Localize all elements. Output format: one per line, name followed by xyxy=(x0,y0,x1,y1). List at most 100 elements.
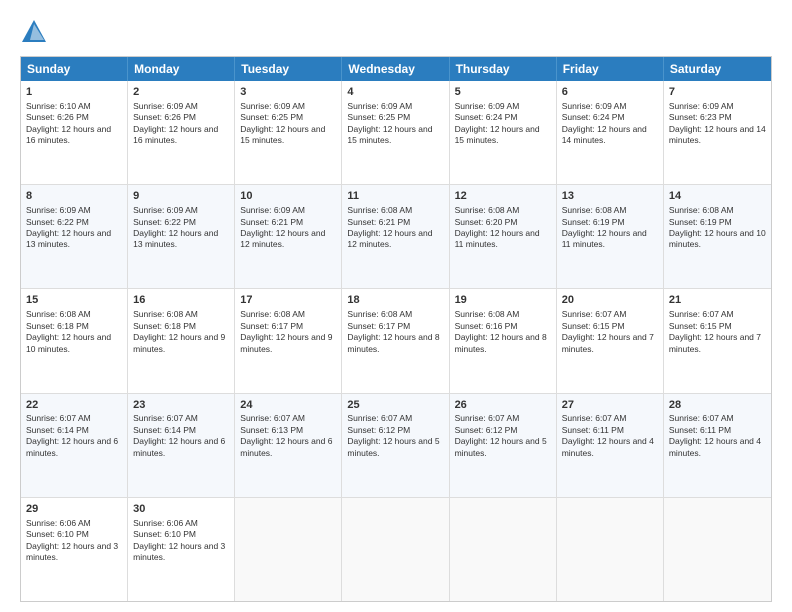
page: SundayMondayTuesdayWednesdayThursdayFrid… xyxy=(0,0,792,612)
sunrise-text: Sunrise: 6:07 AM xyxy=(562,309,627,319)
day-number: 4 xyxy=(347,85,443,100)
sunrise-text: Sunrise: 6:08 AM xyxy=(26,309,91,319)
sunrise-text: Sunrise: 6:10 AM xyxy=(26,101,91,111)
daylight-text: Daylight: 12 hours and 8 minutes. xyxy=(347,332,439,353)
day-number: 2 xyxy=(133,85,229,100)
daylight-text: Daylight: 12 hours and 11 minutes. xyxy=(562,228,647,249)
calendar-cell: 18Sunrise: 6:08 AMSunset: 6:17 PMDayligh… xyxy=(342,289,449,392)
sunset-text: Sunset: 6:20 PM xyxy=(455,217,518,227)
calendar-cell: 5Sunrise: 6:09 AMSunset: 6:24 PMDaylight… xyxy=(450,81,557,184)
day-number: 10 xyxy=(240,189,336,204)
sunset-text: Sunset: 6:15 PM xyxy=(562,321,625,331)
daylight-text: Daylight: 12 hours and 3 minutes. xyxy=(26,541,118,562)
calendar-cell: 15Sunrise: 6:08 AMSunset: 6:18 PMDayligh… xyxy=(21,289,128,392)
day-number: 23 xyxy=(133,398,229,413)
daylight-text: Daylight: 12 hours and 16 minutes. xyxy=(133,124,218,145)
calendar-cell: 2Sunrise: 6:09 AMSunset: 6:26 PMDaylight… xyxy=(128,81,235,184)
sunset-text: Sunset: 6:14 PM xyxy=(133,425,196,435)
calendar-cell: 16Sunrise: 6:08 AMSunset: 6:18 PMDayligh… xyxy=(128,289,235,392)
sunset-text: Sunset: 6:23 PM xyxy=(669,112,732,122)
day-number: 9 xyxy=(133,189,229,204)
sunrise-text: Sunrise: 6:08 AM xyxy=(455,309,520,319)
day-number: 20 xyxy=(562,293,658,308)
day-number: 1 xyxy=(26,85,122,100)
daylight-text: Daylight: 12 hours and 7 minutes. xyxy=(562,332,654,353)
calendar-cell: 4Sunrise: 6:09 AMSunset: 6:25 PMDaylight… xyxy=(342,81,449,184)
day-number: 29 xyxy=(26,502,122,517)
day-number: 11 xyxy=(347,189,443,204)
calendar-cell: 27Sunrise: 6:07 AMSunset: 6:11 PMDayligh… xyxy=(557,394,664,497)
cal-header-day: Monday xyxy=(128,57,235,81)
day-number: 22 xyxy=(26,398,122,413)
sunset-text: Sunset: 6:19 PM xyxy=(669,217,732,227)
day-number: 21 xyxy=(669,293,766,308)
daylight-text: Daylight: 12 hours and 5 minutes. xyxy=(455,436,547,457)
calendar-cell: 3Sunrise: 6:09 AMSunset: 6:25 PM Daylight… xyxy=(235,81,342,184)
daylight-text: Daylight: 12 hours and 4 minutes. xyxy=(562,436,654,457)
calendar-cell: 9Sunrise: 6:09 AMSunset: 6:22 PMDaylight… xyxy=(128,185,235,288)
calendar-cell: 28Sunrise: 6:07 AMSunset: 6:11 PMDayligh… xyxy=(664,394,771,497)
sunrise-text: Sunrise: 6:09 AM xyxy=(240,101,305,111)
sunrise-text: Sunrise: 6:07 AM xyxy=(669,309,734,319)
day-number: 28 xyxy=(669,398,766,413)
day-number: 26 xyxy=(455,398,551,413)
calendar-header: SundayMondayTuesdayWednesdayThursdayFrid… xyxy=(21,57,771,81)
sunset-text: Sunset: 6:24 PM xyxy=(455,112,518,122)
sunset-text: Sunset: 6:24 PM xyxy=(562,112,625,122)
sunrise-text: Sunrise: 6:07 AM xyxy=(133,413,198,423)
calendar-cell: 21Sunrise: 6:07 AM Sunset: 6:15 PMDayligh… xyxy=(664,289,771,392)
calendar-cell: 23Sunrise: 6:07 AM Sunset: 6:14 PMDayligh… xyxy=(128,394,235,497)
cal-header-day: Wednesday xyxy=(342,57,449,81)
daylight-text: Daylight: 12 hours and 14 minutes. xyxy=(669,124,766,145)
calendar-cell: 14Sunrise: 6:08 AM Sunset: 6:19 PMDayligh… xyxy=(664,185,771,288)
sunset-text: Sunset: 6:11 PM xyxy=(669,425,731,435)
calendar-cell: 24Sunrise: 6:07 AMSunset: 6:13 PMDayligh… xyxy=(235,394,342,497)
day-number: 18 xyxy=(347,293,443,308)
daylight-text: Daylight: 12 hours and 15 minutes. xyxy=(347,124,432,145)
sunrise-text: Sunrise: 6:08 AM xyxy=(562,205,627,215)
calendar-cell: 30Sunrise: 6:06 AMSunset: 6:10 PM Dayligh… xyxy=(128,498,235,601)
sunrise-text: Sunrise: 6:08 AM xyxy=(669,205,734,215)
cal-header-day: Tuesday xyxy=(235,57,342,81)
day-number: 7 xyxy=(669,85,766,100)
cal-header-day: Saturday xyxy=(664,57,771,81)
calendar-cell: 1Sunrise: 6:10 AMSunset: 6:26 PMDaylight… xyxy=(21,81,128,184)
calendar-cell xyxy=(664,498,771,601)
daylight-text: Daylight: 12 hours and 6 minutes. xyxy=(133,436,225,457)
sunset-text: Sunset: 6:19 PM xyxy=(562,217,625,227)
calendar-row: 29Sunrise: 6:06 AMSunset: 6:10 PMDayligh… xyxy=(21,498,771,601)
sunrise-text: Sunrise: 6:09 AM xyxy=(26,205,91,215)
calendar-cell: 25Sunrise: 6:07 AMSunset: 6:12 PMDayligh… xyxy=(342,394,449,497)
sunrise-text: Sunrise: 6:09 AM xyxy=(240,205,305,215)
sunrise-text: Sunrise: 6:07 AM xyxy=(669,413,734,423)
calendar-cell: 8Sunrise: 6:09 AMSunset: 6:22 PMDaylight… xyxy=(21,185,128,288)
day-number: 12 xyxy=(455,189,551,204)
daylight-text: Daylight: 12 hours and 12 minutes. xyxy=(347,228,432,249)
sunset-text: Sunset: 6:25 PM xyxy=(240,112,303,122)
sunset-text: Sunset: 6:15 PM xyxy=(669,321,732,331)
daylight-text: Daylight: 12 hours and 7 minutes. xyxy=(669,332,761,353)
sunset-text: Sunset: 6:18 PM xyxy=(26,321,89,331)
calendar-cell: 10Sunrise: 6:09 AMSunset: 6:21 PMDayligh… xyxy=(235,185,342,288)
daylight-text: Daylight: 12 hours and 10 minutes. xyxy=(26,332,111,353)
daylight-text: Daylight: 12 hours and 6 minutes. xyxy=(240,436,332,457)
sunset-text: Sunset: 6:10 PM xyxy=(133,529,196,539)
sunrise-text: Sunrise: 6:09 AM xyxy=(133,101,198,111)
sunset-text: Sunset: 6:13 PM xyxy=(240,425,303,435)
sunset-text: Sunset: 6:17 PM xyxy=(240,321,303,331)
daylight-text: Daylight: 12 hours and 13 minutes. xyxy=(26,228,111,249)
sunset-text: Sunset: 6:21 PM xyxy=(347,217,410,227)
daylight-text: Daylight: 12 hours and 10 minutes. xyxy=(669,228,766,249)
sunrise-text: Sunrise: 6:08 AM xyxy=(347,205,412,215)
sunrise-text: Sunrise: 6:06 AM xyxy=(26,518,91,528)
calendar-row: 1Sunrise: 6:10 AMSunset: 6:26 PMDaylight… xyxy=(21,81,771,185)
daylight-text: Daylight: 12 hours and 15 minutes. xyxy=(240,124,325,145)
calendar-cell: 22Sunrise: 6:07 AMSunset: 6:14 PMDayligh… xyxy=(21,394,128,497)
daylight-text: Daylight: 12 hours and 3 minutes. xyxy=(133,541,225,562)
day-number: 6 xyxy=(562,85,658,100)
day-number: 14 xyxy=(669,189,766,204)
sunrise-text: Sunrise: 6:07 AM xyxy=(562,413,627,423)
day-number: 3 xyxy=(240,85,336,100)
day-number: 30 xyxy=(133,502,229,517)
sunrise-text: Sunrise: 6:06 AM xyxy=(133,518,198,528)
